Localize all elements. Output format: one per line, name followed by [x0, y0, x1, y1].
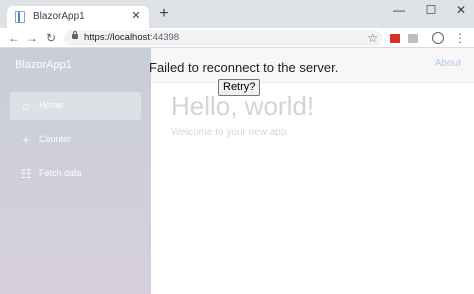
- extension-red-icon[interactable]: [390, 34, 400, 43]
- browser-toolbar: ← → ↻ https://localhost:44398 ☆ ⋮: [0, 28, 474, 48]
- new-tab-button[interactable]: +: [156, 6, 172, 22]
- sidebar-item-label: Counter: [39, 134, 72, 144]
- retry-button[interactable]: Retry?: [218, 79, 261, 96]
- reload-button[interactable]: ↻: [43, 30, 59, 46]
- window-close-button[interactable]: ✕: [446, 0, 474, 20]
- profile-avatar-icon[interactable]: [432, 32, 444, 44]
- extension-gray-icon[interactable]: [408, 34, 418, 43]
- bookmark-star-icon[interactable]: ☆: [367, 30, 378, 46]
- page-favicon-icon: [15, 11, 25, 23]
- home-icon: ⌂: [22, 99, 30, 113]
- sidebar-item-fetch-data[interactable]: ☷ Fetch data: [10, 160, 141, 188]
- tab-strip: BlazorApp1 ✕ + — ☐ ✕: [0, 0, 474, 28]
- url-port: :44398: [150, 32, 180, 43]
- lock-icon: [72, 31, 78, 39]
- browser-menu-button[interactable]: ⋮: [454, 30, 466, 46]
- browser-tab[interactable]: BlazorApp1 ✕: [7, 6, 149, 28]
- forward-button[interactable]: →: [24, 30, 40, 46]
- list-icon: ☷: [20, 167, 32, 181]
- plus-icon: +: [22, 133, 30, 147]
- sidebar: BlazorApp1 ⌂ Home + Counter ☷ Fetch data: [0, 48, 151, 294]
- reconnect-message: Failed to reconnect to the server.: [149, 60, 339, 75]
- url-host: https://localhost: [84, 32, 151, 43]
- welcome-text: Welcome to your new app.: [171, 127, 290, 138]
- sidebar-item-home[interactable]: ⌂ Home: [10, 92, 141, 120]
- main-content: About Hello, world! Welcome to your new …: [151, 48, 474, 294]
- sidebar-item-counter[interactable]: + Counter: [10, 126, 141, 154]
- about-link[interactable]: About: [435, 58, 461, 69]
- sidebar-item-label: Fetch data: [39, 168, 82, 178]
- app-brand[interactable]: BlazorApp1: [15, 59, 72, 71]
- minimize-button[interactable]: —: [384, 0, 414, 20]
- url-text[interactable]: https://localhost:44398: [84, 32, 179, 43]
- tab-close-icon[interactable]: ✕: [129, 9, 143, 23]
- maximize-button[interactable]: ☐: [416, 0, 446, 20]
- sidebar-item-label: Home: [39, 100, 64, 110]
- tab-title: BlazorApp1: [33, 11, 85, 22]
- address-bar[interactable]: https://localhost:44398 ☆: [64, 30, 382, 46]
- back-button[interactable]: ←: [6, 30, 22, 46]
